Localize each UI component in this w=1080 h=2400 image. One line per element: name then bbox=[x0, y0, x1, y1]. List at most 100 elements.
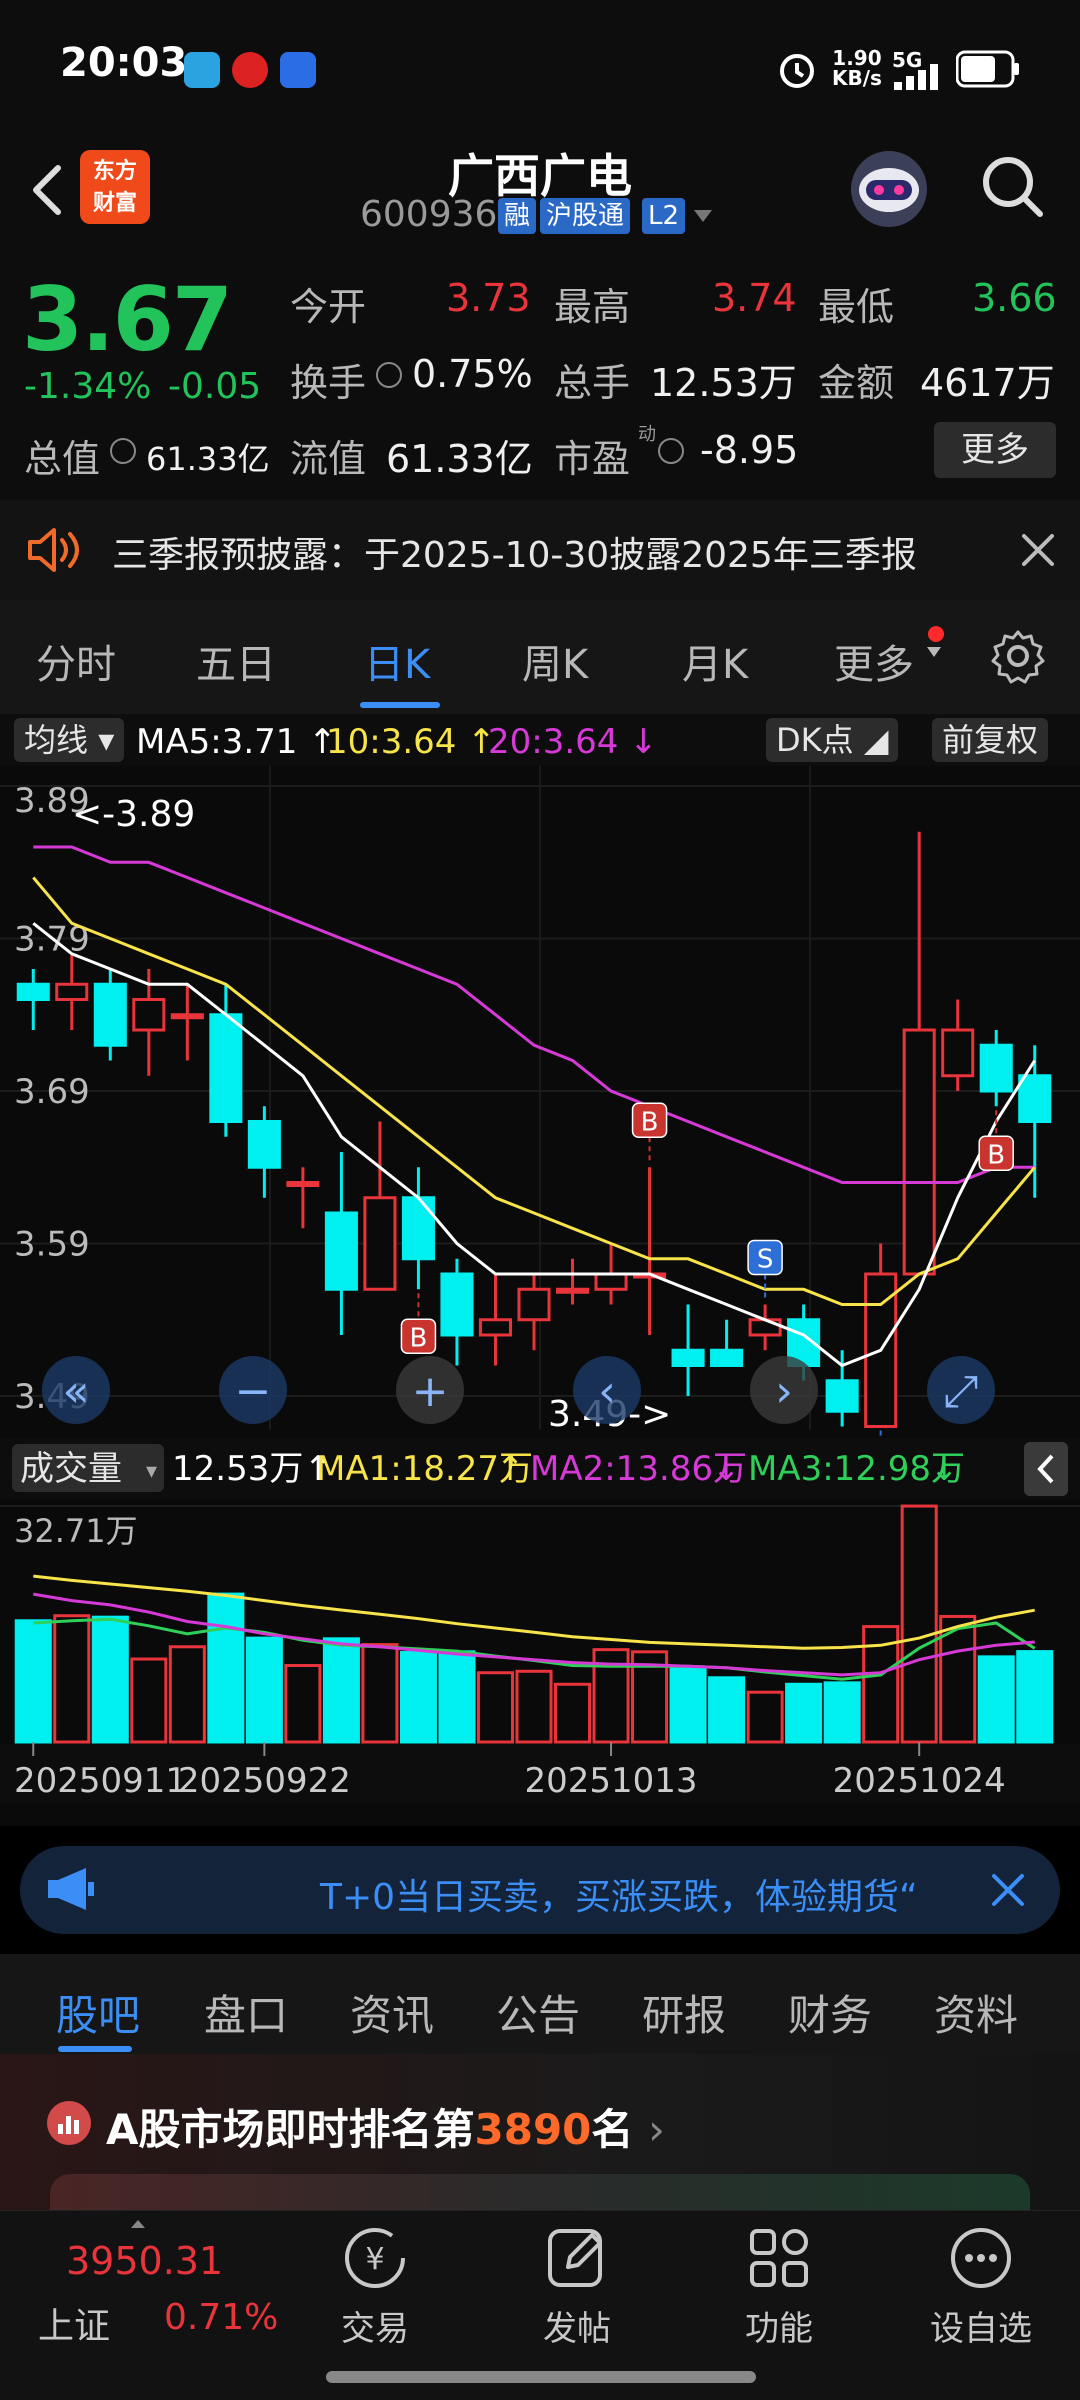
info-icon[interactable] bbox=[110, 438, 136, 464]
speaker-icon bbox=[28, 528, 79, 572]
kline-chart[interactable]: 3.893.793.693.593.49 <-3.893.49->BBSSB «… bbox=[0, 766, 1080, 1826]
volume-bar bbox=[361, 1643, 399, 1744]
promo-banner[interactable]: T+0当日买卖，买涨买跌，体验期货“ bbox=[20, 1846, 1060, 1934]
open-value: 3.73 bbox=[446, 276, 531, 320]
close-icon[interactable] bbox=[988, 1870, 1028, 1910]
volume-bar bbox=[284, 1664, 322, 1744]
status-time: 20:03 bbox=[60, 40, 188, 86]
low-label: 最低 bbox=[818, 285, 895, 329]
pe-value: -8.95 bbox=[700, 428, 799, 472]
turnover-label: 换手 bbox=[290, 361, 367, 405]
tab-monthly-k[interactable]: 月K bbox=[682, 632, 748, 690]
search-icon[interactable] bbox=[978, 152, 1046, 220]
signal-label: B bbox=[410, 1323, 428, 1353]
volume-bar bbox=[553, 1682, 592, 1744]
mcap-value: 61.33亿 bbox=[146, 440, 270, 478]
date-label: 20250911 bbox=[14, 1761, 187, 1801]
volume-max-label: 32.71万 bbox=[14, 1512, 138, 1550]
volume-bar bbox=[977, 1655, 1015, 1744]
volume-bar bbox=[91, 1615, 129, 1744]
high-marker: <-3.89 bbox=[72, 794, 195, 835]
info-icon[interactable] bbox=[376, 362, 402, 388]
gear-icon[interactable] bbox=[990, 628, 1046, 684]
ma-selector[interactable]: 均线 ▾ bbox=[14, 718, 125, 762]
collapse-panel-button[interactable] bbox=[1024, 1442, 1068, 1496]
candle-up bbox=[170, 1013, 204, 1020]
more-dots-icon[interactable] bbox=[946, 2223, 1016, 2293]
candle-down bbox=[247, 1120, 281, 1169]
volume-bar bbox=[708, 1676, 746, 1744]
volume-bar bbox=[322, 1637, 360, 1744]
adjust-button[interactable]: 前复权 bbox=[932, 718, 1049, 762]
zoom-in-icon: + bbox=[412, 1366, 449, 1417]
tab-profile[interactable]: 资料 bbox=[934, 1982, 1018, 2043]
home-indicator[interactable] bbox=[326, 2371, 756, 2383]
post-edit-icon[interactable] bbox=[542, 2223, 612, 2293]
more-quote-button[interactable]: 更多 bbox=[934, 422, 1056, 478]
tab-finance[interactable]: 财务 bbox=[788, 1982, 872, 2043]
nav-post[interactable]: 发帖 bbox=[497, 2301, 657, 2350]
tab-daily-k[interactable]: 日K bbox=[364, 632, 430, 690]
volume-bar bbox=[785, 1682, 823, 1744]
candle-down bbox=[93, 982, 127, 1047]
nav-trade[interactable]: 交易 bbox=[295, 2301, 455, 2350]
tab-intraday[interactable]: 分时 bbox=[36, 632, 116, 690]
open-label: 今开 bbox=[290, 285, 367, 329]
next-icon: › bbox=[775, 1366, 793, 1417]
notice-bar[interactable]: 三季报预披露：于2025-10-30披露2025年三季报 bbox=[0, 500, 1080, 600]
quote-panel: 3.67 -1.34% -0.05 今开 3.73 最高 3.74 最低 3.6… bbox=[0, 250, 1080, 500]
signal-label: B bbox=[641, 1107, 659, 1137]
tab-underline bbox=[58, 2046, 132, 2052]
candle-up bbox=[478, 1318, 513, 1337]
status-bar: 20:03 1.90 KB/s 5G bbox=[0, 0, 1080, 140]
tab-more[interactable]: 更多 bbox=[834, 632, 914, 690]
arrow-up-icon: ↑ bbox=[496, 1449, 525, 1489]
zoom-out-icon: − bbox=[235, 1366, 272, 1417]
candle-down bbox=[979, 1043, 1013, 1093]
rank-card[interactable]: A股市场即时排名第3890名 › bbox=[0, 2054, 1080, 2214]
close-icon[interactable] bbox=[1018, 530, 1058, 570]
info-icon[interactable] bbox=[658, 438, 684, 464]
kline-tabs: 分时 五日 日K 周K 月K 更多 bbox=[0, 600, 1080, 714]
ranking-icon bbox=[47, 2101, 91, 2145]
volume-bar bbox=[900, 1504, 938, 1744]
tab-research[interactable]: 研报 bbox=[642, 1982, 726, 2043]
tab-five-day[interactable]: 五日 bbox=[196, 632, 276, 690]
volume-bar bbox=[476, 1671, 515, 1744]
index-value[interactable]: 3950.31 bbox=[66, 2239, 223, 2283]
megaphone-icon bbox=[48, 1868, 94, 1910]
volume-bar bbox=[669, 1666, 707, 1744]
nav-functions[interactable]: 功能 bbox=[699, 2301, 859, 2350]
last-price: 3.67 bbox=[22, 268, 233, 371]
float-label: 流值 bbox=[290, 437, 367, 481]
volume-bar bbox=[14, 1619, 52, 1744]
dk-point-button[interactable]: DK点 ◢ bbox=[766, 718, 899, 762]
candle-up bbox=[286, 1181, 320, 1187]
tab-news[interactable]: 资讯 bbox=[350, 1982, 434, 2043]
alarm-icon bbox=[780, 54, 814, 88]
robot-assistant-icon[interactable] bbox=[846, 146, 932, 232]
trade-icon[interactable]: ¥ bbox=[340, 2223, 410, 2293]
notice-text: 三季报预披露：于2025-10-30披露2025年三季报 bbox=[112, 535, 917, 576]
tab-guba[interactable]: 股吧 bbox=[56, 1982, 140, 2043]
ma10-value: 10:3.64 ↑ bbox=[326, 722, 496, 762]
volume-bar bbox=[399, 1651, 437, 1744]
tab-weekly-k[interactable]: 周K bbox=[522, 632, 588, 690]
tab-pankou[interactable]: 盘口 bbox=[204, 1982, 288, 2043]
l2-tag: L2 bbox=[642, 198, 686, 234]
index-change[interactable]: 0.71% bbox=[164, 2297, 278, 2338]
nav-add-watchlist[interactable]: 设自选 bbox=[901, 2301, 1061, 2350]
pe-label: 市盈 bbox=[554, 437, 631, 481]
candle-up bbox=[902, 1028, 936, 1276]
fullscreen-icon: ⤢ bbox=[943, 1366, 978, 1417]
caret-down-icon[interactable] bbox=[692, 208, 714, 224]
caret-down-icon: ▾ bbox=[146, 1459, 157, 1484]
cmb-icon bbox=[232, 52, 268, 88]
functions-grid-icon[interactable] bbox=[744, 2223, 814, 2293]
bottom-nav: 3950.31 上证 0.71% ¥ 交易 发帖 功能 设自选 bbox=[0, 2210, 1080, 2400]
tab-announcements[interactable]: 公告 bbox=[496, 1982, 580, 2043]
signal-label: B bbox=[987, 1140, 1005, 1170]
turnover-value: 0.75% bbox=[412, 352, 533, 396]
index-name[interactable]: 上证 bbox=[38, 2297, 110, 2349]
volume-bar bbox=[1016, 1650, 1054, 1744]
